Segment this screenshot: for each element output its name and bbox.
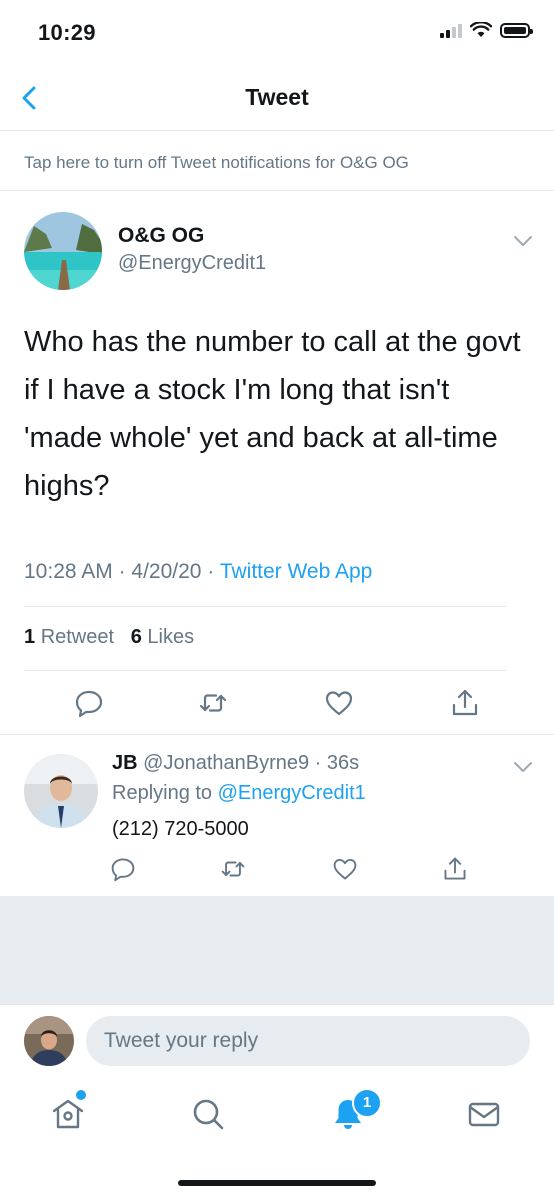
meta-separator: · (207, 560, 215, 583)
home-indicator (178, 1180, 376, 1186)
divider (0, 1004, 554, 1005)
battery-icon (500, 22, 533, 38)
meta-separator: · (118, 560, 126, 583)
retweet-icon[interactable] (198, 688, 228, 718)
home-icon[interactable] (50, 1096, 86, 1132)
tweet-date: 4/20/20 (131, 560, 202, 583)
replying-to-handle-link[interactable]: @EnergyCredit1 (218, 782, 366, 804)
reply-input[interactable] (86, 1016, 530, 1066)
messages-icon[interactable] (466, 1096, 502, 1132)
like-icon[interactable] (332, 856, 358, 882)
share-icon[interactable] (442, 856, 468, 882)
reply-author-avatar[interactable] (24, 754, 98, 828)
reply-composer[interactable] (86, 1016, 530, 1066)
chevron-down-icon[interactable] (512, 760, 534, 774)
retweet-label: Retweet (40, 626, 115, 648)
search-icon[interactable] (190, 1096, 226, 1132)
like-icon[interactable] (324, 688, 354, 718)
reply-icon[interactable] (110, 856, 136, 882)
reply-age: 36s (326, 752, 360, 774)
tweet-time: 10:28 AM (24, 560, 113, 583)
meta-separator: · (314, 752, 322, 774)
home-new-indicator (76, 1090, 86, 1100)
timeline-filler (0, 896, 554, 1004)
divider (24, 606, 506, 607)
likes-label: Likes (147, 626, 195, 648)
divider (0, 190, 554, 191)
notification-toggle-banner[interactable]: Tap here to turn off Tweet notifications… (24, 153, 409, 173)
reply-author-handle[interactable]: @JonathanByrne9 (143, 752, 309, 774)
replying-to: Replying to @EnergyCredit1 (112, 782, 366, 805)
retweet-icon[interactable] (220, 856, 246, 882)
divider (0, 130, 554, 131)
author-name[interactable]: O&G OG (118, 224, 204, 248)
share-icon[interactable] (450, 688, 480, 718)
chevron-down-icon[interactable] (512, 234, 534, 248)
divider (0, 734, 554, 735)
retweet-count-link[interactable]: 1 Retweet (24, 626, 114, 648)
author-handle[interactable]: @EnergyCredit1 (118, 252, 266, 275)
status-time: 10:29 (38, 20, 96, 45)
like-count: 6 (130, 626, 142, 648)
replying-to-label: Replying to (112, 782, 213, 804)
current-user-avatar[interactable] (24, 1016, 74, 1066)
tweet-text: Who has the number to call at the govt i… (24, 326, 521, 502)
retweet-count: 1 (24, 626, 36, 648)
wifi-icon (470, 22, 492, 37)
notifications-badge: 1 (352, 1088, 382, 1118)
reply-author-name[interactable]: JB (112, 752, 138, 774)
tweet-source-link[interactable]: Twitter Web App (220, 560, 373, 583)
status-icons (440, 22, 533, 38)
engagement-stats: 1 Retweet 6 Likes (24, 626, 194, 649)
divider (24, 670, 506, 671)
author-avatar[interactable] (24, 212, 102, 290)
like-count-link[interactable]: 6 Likes (131, 626, 194, 648)
reply-text: (212) 720-5000 (112, 818, 249, 840)
signal-icon (440, 22, 462, 38)
tweet-meta: 10:28 AM · 4/20/20 · Twitter Web App (24, 560, 372, 584)
reply-icon[interactable] (74, 688, 104, 718)
page-title: Tweet (245, 84, 309, 110)
reply-header: JB @JonathanByrne9 · 36s (112, 752, 359, 775)
